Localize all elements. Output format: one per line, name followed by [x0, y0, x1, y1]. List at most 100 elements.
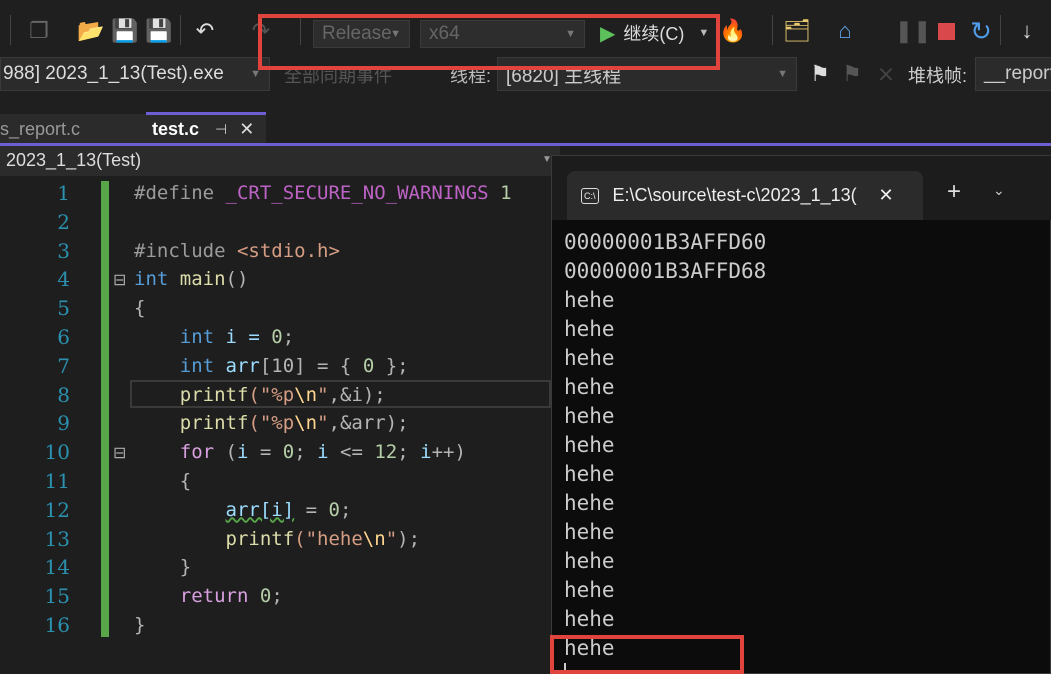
code-token: arr — [214, 354, 260, 377]
step-into-icon[interactable]: ↓ — [1012, 16, 1042, 46]
tab-test-c[interactable]: test.c ⊣ ✕ — [146, 112, 266, 144]
pin-icon[interactable]: ⊣ — [215, 121, 227, 138]
new-project-icon[interactable]: ❐ — [24, 16, 54, 46]
save-all-icon[interactable]: 💾 — [144, 16, 174, 46]
find-folder-icon[interactable]: 🗂 — [782, 16, 812, 46]
code-line: return 0; — [134, 585, 283, 607]
stack-frame-value: __report — [984, 63, 1051, 84]
code-token: ); — [397, 527, 421, 550]
code-token: { — [134, 470, 192, 492]
code-token: 0 — [362, 354, 375, 377]
line-number: 16 — [44, 613, 70, 637]
code-token: i — [420, 441, 432, 464]
open-folder-icon[interactable]: 📂 — [76, 16, 106, 46]
code-line: printf("%p\n",&i); — [134, 384, 386, 406]
code-token: #define — [134, 182, 226, 204]
code-line: #include <stdio.h> — [134, 240, 340, 262]
code-line: #define _CRT_SECURE_NO_WARNINGS 1 — [134, 182, 512, 204]
change-bar — [101, 181, 109, 637]
code-token: } — [134, 556, 192, 579]
undo-icon[interactable]: ↶ — [190, 16, 220, 46]
pause-icon[interactable]: ❚❚ — [895, 16, 932, 46]
terminal-line: hehe — [564, 346, 615, 370]
line-number: 11 — [44, 469, 70, 493]
collapse-icon[interactable]: ⊟ — [113, 270, 126, 290]
terminal-line: hehe — [564, 491, 615, 515]
code-token: ; — [271, 585, 283, 608]
process-dropdown[interactable]: 988] 2023_1_13(Test).exe ▼ — [0, 57, 270, 91]
code-token: i — [236, 441, 249, 464]
code-token: printf — [225, 527, 295, 550]
line-number: 14 — [44, 555, 70, 580]
save-icon[interactable]: 💾 — [110, 16, 140, 46]
stop-icon[interactable] — [938, 23, 955, 40]
dropdown-chevron-icon[interactable]: ⌄ — [993, 182, 1005, 199]
terminal-line: hehe — [564, 520, 615, 544]
code-line: int i = 0; — [134, 326, 294, 348]
code-token: () — [225, 268, 249, 291]
code-token: 1 — [488, 182, 512, 204]
code-token: ; — [339, 498, 352, 521]
tab-report[interactable]: s_report.c — [0, 114, 146, 144]
close-icon[interactable]: ✕ — [879, 185, 894, 206]
code-token: for — [179, 441, 215, 464]
code-token: <stdio.h> — [236, 239, 340, 262]
highlight-box-toolbar — [258, 14, 720, 70]
code-token: main — [179, 268, 226, 291]
line-number: 12 — [44, 497, 70, 522]
restart-icon[interactable]: ↻ — [966, 16, 996, 46]
code-token: #include — [134, 239, 237, 262]
code-token: \n — [362, 527, 386, 550]
terminal-tab-title: E:\C\source\test-c\2023_1_13( — [612, 185, 857, 205]
code-token: printf — [179, 412, 249, 435]
stack-frame-dropdown[interactable]: __report — [975, 57, 1051, 91]
show-external-icon[interactable]: ⨯ — [872, 60, 900, 88]
scope-dropdown[interactable]: 2023_1_13(Test) — [6, 150, 141, 170]
flag-icon[interactable]: ⚑ — [806, 60, 834, 88]
home-window-icon[interactable]: ⌂ — [830, 16, 860, 46]
code-line: int main() — [134, 268, 248, 290]
close-icon[interactable]: ✕ — [239, 119, 254, 140]
terminal-line: 00000001B3AFFD68 — [564, 259, 767, 283]
code-token: } — [134, 614, 146, 636]
code-token: printf — [179, 383, 249, 406]
terminal-line: hehe — [564, 317, 615, 341]
flag-threads-icon[interactable]: ⚑ — [838, 60, 866, 88]
terminal-line: hehe — [564, 549, 615, 573]
terminal-tab[interactable]: C:\ E:\C\source\test-c\2023_1_13( ✕ — [567, 171, 923, 220]
terminal-window[interactable]: C:\ E:\C\source\test-c\2023_1_13( ✕ + ⌄ … — [551, 155, 1051, 674]
process-value: 988] 2023_1_13(Test).exe — [3, 63, 224, 84]
line-number: 5 — [57, 296, 70, 321]
code-token: i = — [214, 326, 272, 348]
stack-frame-label: 堆栈帧: — [908, 66, 968, 86]
line-number: 2 — [57, 209, 70, 234]
code-token: i — [317, 441, 329, 464]
code-line: for (i = 0; i <= 12; i++) — [134, 441, 466, 463]
line-number: 6 — [57, 325, 70, 349]
new-tab-icon[interactable]: + — [947, 178, 961, 206]
line-number: 3 — [57, 238, 70, 263]
code-token: 0 — [282, 441, 295, 464]
code-token: ++) — [431, 441, 466, 464]
code-line: printf("hehe\n"); — [134, 527, 421, 550]
line-number: 13 — [44, 526, 70, 551]
code-token: 0 — [328, 498, 340, 521]
code-token: ,&i); — [328, 383, 386, 406]
collapse-icon[interactable]: ⊟ — [113, 443, 126, 463]
nav-bar[interactable]: 2023_1_13(Test) ▼ — [0, 146, 560, 176]
hot-reload-icon[interactable]: 🔥 — [718, 16, 748, 46]
code-editor[interactable]: #define _CRT_SECURE_NO_WARNINGS 1 #includ… — [0, 176, 551, 674]
line-number: 8 — [57, 382, 70, 407]
code-token: int — [179, 326, 215, 348]
terminal-line: hehe — [564, 578, 615, 602]
code-token: ; — [282, 326, 295, 348]
code-token: 0 — [271, 326, 283, 348]
code-token: ,&arr); — [328, 412, 409, 435]
code-line: printf("%p\n",&arr); — [134, 412, 409, 434]
code-line: { — [134, 297, 145, 319]
